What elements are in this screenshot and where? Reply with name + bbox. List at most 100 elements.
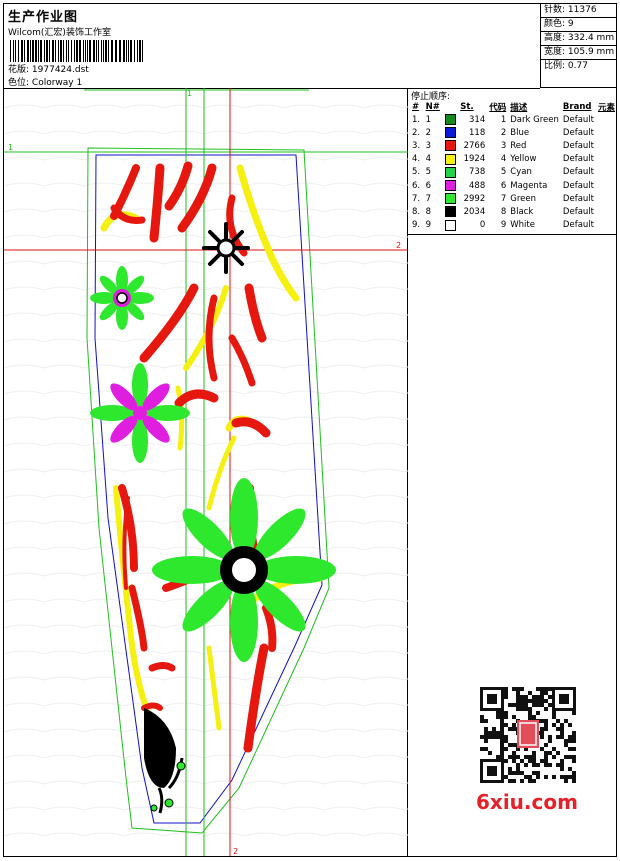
cell-n: 4 xyxy=(425,154,432,165)
cell-n: 9 xyxy=(425,220,432,231)
table-header-row: # N# St. 代码 描述 Brand 元素 xyxy=(412,101,615,113)
cell-code: 6 xyxy=(500,180,507,191)
color-swatch xyxy=(445,180,457,192)
cell-desc: Black xyxy=(510,206,534,217)
cell-code: 8 xyxy=(500,206,507,217)
cell-idx: 9. xyxy=(412,220,421,231)
guide-label-v2: 2 xyxy=(233,847,238,856)
black-flower-top xyxy=(202,222,250,274)
cell-idx: 3. xyxy=(412,140,421,151)
cell-code: 9 xyxy=(500,220,507,231)
barcode-image xyxy=(10,40,143,62)
table-row: 4. 4 1924 4 Yellow Default xyxy=(410,153,617,166)
header-panel: 生产作业图 Wilcom(汇宏)装饰工作室 花版: 1977424.dst 色位… xyxy=(4,4,540,89)
cell-desc: Green xyxy=(510,193,537,204)
magenta-flower xyxy=(90,363,190,463)
cell-desc: Yellow xyxy=(510,154,537,165)
stop-sequence-table: # N# St. 代码 描述 Brand 元素 1. 1 314 1 Dark Gree… xyxy=(410,100,617,232)
cell-n: 7 xyxy=(425,193,432,204)
green-flower-small xyxy=(90,266,154,330)
table-row: 7. 7 2992 7 Green Default xyxy=(410,192,617,205)
stat-width: 宽度: 105.9 mm xyxy=(541,45,617,59)
cell-brand: Default xyxy=(562,206,594,217)
qr-code-image xyxy=(480,687,576,783)
cell-idx: 5. xyxy=(412,167,421,178)
cell-st: 738 xyxy=(469,167,486,178)
color-swatch xyxy=(445,114,457,126)
table-row: 6. 6 488 6 Magenta Default xyxy=(410,179,617,192)
cell-brand: Default xyxy=(562,140,594,151)
cell-st: 314 xyxy=(469,114,486,125)
table-row: 9. 9 0 9 White Default xyxy=(410,219,617,232)
cell-brand: Default xyxy=(562,154,594,165)
cell-idx: 6. xyxy=(412,180,421,191)
color-swatch xyxy=(445,153,457,165)
cell-code: 1 xyxy=(500,114,507,125)
guide-label-h1: 1 xyxy=(8,143,13,152)
cell-n: 5 xyxy=(425,167,432,178)
cell-code: 7 xyxy=(500,193,507,204)
cell-st: 2992 xyxy=(463,193,486,204)
cell-st: 488 xyxy=(469,180,486,191)
cell-brand: Default xyxy=(562,193,594,204)
cell-n: 1 xyxy=(425,114,432,125)
embroidery-preview: 1 1 2 2 xyxy=(4,88,408,856)
cell-desc: Dark Green xyxy=(510,114,559,125)
design-value: 1977424.dst xyxy=(31,65,89,75)
cell-idx: 2. xyxy=(412,127,421,138)
cell-brand: Default xyxy=(562,180,594,191)
guide-label-v1: 1 xyxy=(187,89,192,98)
color-swatch xyxy=(445,193,457,205)
color-swatch xyxy=(445,219,457,231)
table-row: 2. 2 118 2 Blue Default xyxy=(410,126,617,139)
blue-outline xyxy=(94,154,323,824)
stop-sequence-panel: 停止顺序: # N# St. 代码 描述 Brand 元素 1. 1 314 1 Dar… xyxy=(408,88,617,235)
design-label: 花版: xyxy=(8,65,30,75)
studio-name: Wilcom(汇宏)装饰工作室 xyxy=(8,28,111,38)
cell-brand: Default xyxy=(562,220,594,231)
colorway-label: 色位: xyxy=(8,78,30,88)
cell-code: 2 xyxy=(500,127,507,138)
color-swatch xyxy=(445,206,457,218)
stat-stitches: 针数: 11376 xyxy=(544,5,597,15)
stat-height: 高度: 332.4 mm xyxy=(541,31,617,45)
cell-desc: Red xyxy=(510,140,527,151)
cell-idx: 8. xyxy=(412,206,421,217)
cell-code: 3 xyxy=(500,140,507,151)
design-file-line: 花版: 1977424.dst xyxy=(8,62,89,75)
cell-st: 0 xyxy=(479,220,486,231)
cell-n: 2 xyxy=(425,127,432,138)
color-swatch xyxy=(445,140,457,152)
stat-colors: 颜色: 9 xyxy=(541,17,617,31)
cell-n: 3 xyxy=(425,140,432,151)
cell-brand: Default xyxy=(562,167,594,178)
page-title: 生产作业图 xyxy=(8,10,79,25)
color-swatch xyxy=(445,166,457,178)
cell-brand: Default xyxy=(562,114,594,125)
green-flower-large xyxy=(152,478,336,662)
cell-code: 5 xyxy=(500,167,507,178)
cell-desc: White xyxy=(510,220,535,231)
stats-panel: 针数: 11376 颜色: 9 高度: 332.4 mm 宽度: 105.9 m… xyxy=(540,4,617,88)
colorway-value: Colorway 1 xyxy=(31,78,83,88)
cell-st: 2034 xyxy=(463,206,486,217)
cell-desc: Blue xyxy=(510,127,530,138)
cell-brand: Default xyxy=(562,127,594,138)
table-row: 8. 8 2034 8 Black Default xyxy=(410,205,617,218)
cell-idx: 4. xyxy=(412,154,421,165)
cell-code: 4 xyxy=(500,154,507,165)
cell-desc: Magenta xyxy=(510,180,548,191)
colorway-line: 色位: Colorway 1 xyxy=(8,75,82,88)
table-row: 3. 3 2766 3 Red Default xyxy=(410,139,617,152)
guide-label-h2: 2 xyxy=(396,241,401,250)
cell-st: 1924 xyxy=(463,154,486,165)
stat-scale: 比例: 0.77 xyxy=(541,59,617,73)
black-bottom-motif xyxy=(144,708,186,814)
cell-idx: 1. xyxy=(412,114,421,125)
watermark-text: 6xiu.com xyxy=(476,790,578,814)
table-row: 1. 1 314 1 Dark Green Default xyxy=(410,113,617,126)
design-canvas: 1 1 2 2 xyxy=(4,88,408,856)
cell-desc: Cyan xyxy=(510,167,532,178)
cell-st: 2766 xyxy=(463,140,486,151)
table-row: 5. 5 738 5 Cyan Default xyxy=(410,166,617,179)
